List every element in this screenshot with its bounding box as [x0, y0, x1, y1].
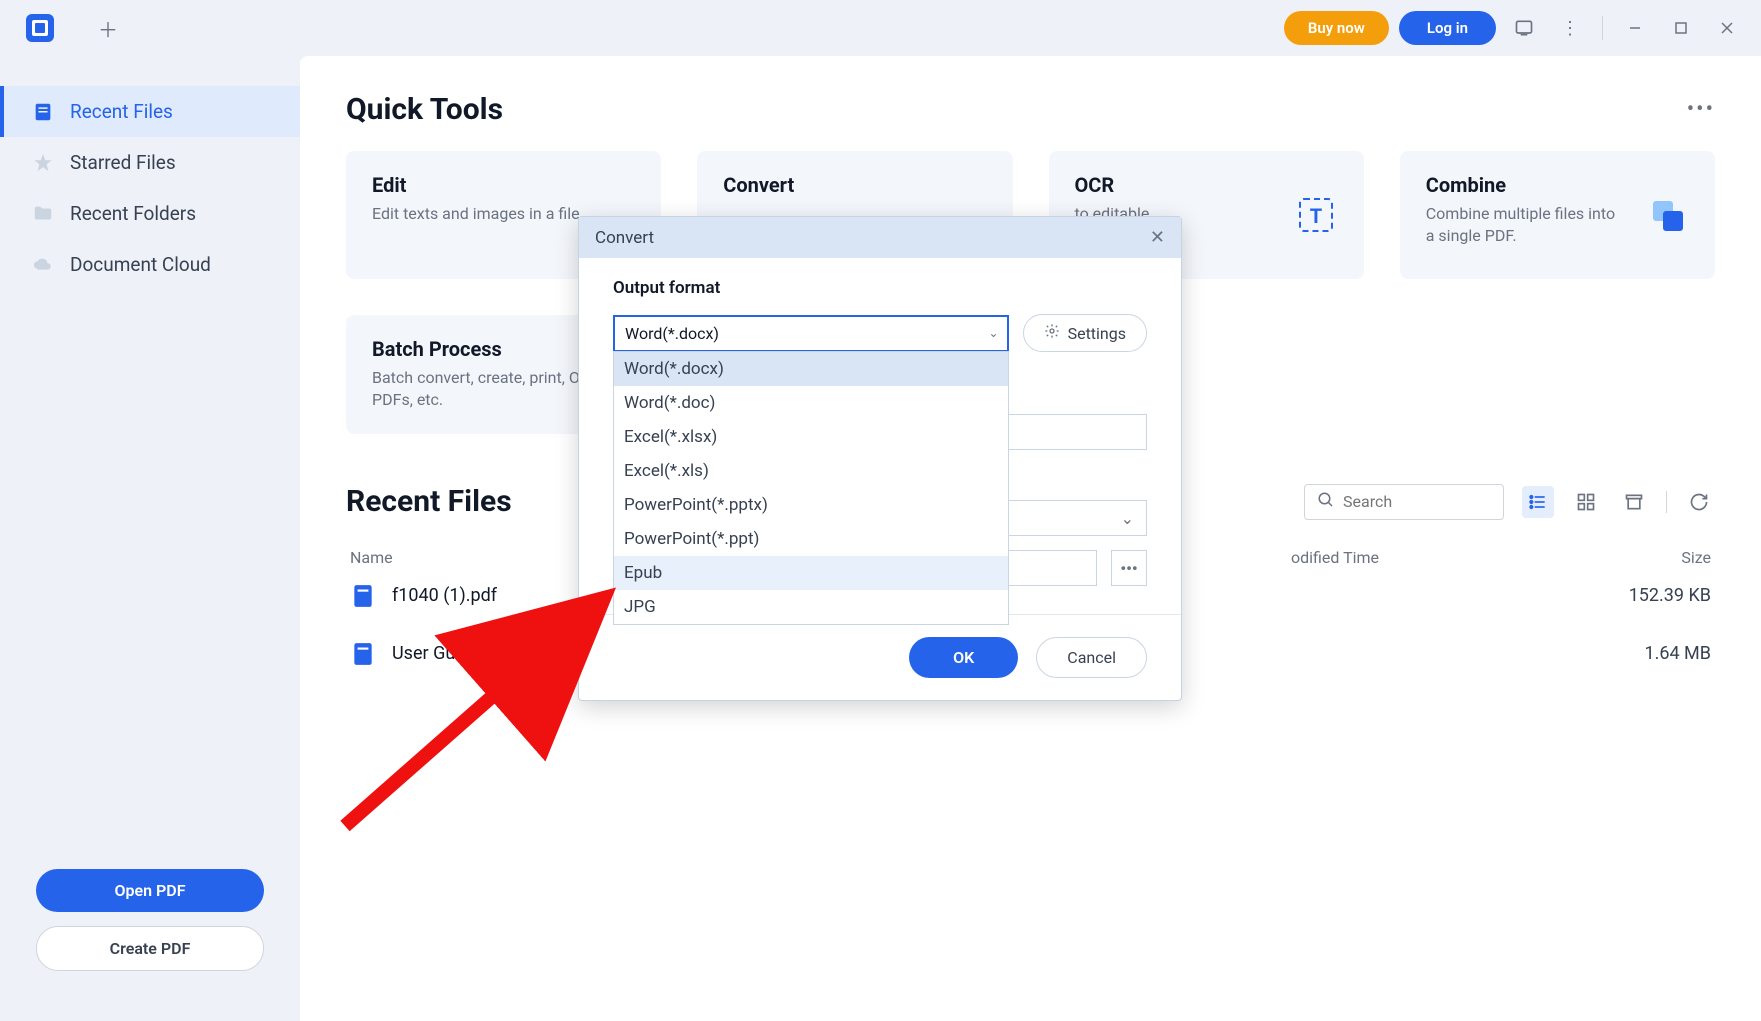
dropdown-item[interactable]: PowerPoint(*.pptx): [614, 488, 1008, 522]
refresh-icon[interactable]: [1683, 486, 1715, 518]
sidebar-item-label: Document Cloud: [70, 253, 211, 276]
feedback-icon[interactable]: [1506, 10, 1542, 46]
maximize-button[interactable]: [1663, 10, 1699, 46]
dropdown-item[interactable]: JPG: [614, 590, 1008, 624]
dialog-title-text: Convert: [595, 228, 654, 248]
search-box[interactable]: [1304, 484, 1504, 520]
folder-icon: [32, 203, 54, 225]
tool-title: Convert: [723, 173, 986, 197]
search-input[interactable]: [1343, 492, 1546, 511]
close-button[interactable]: [1709, 10, 1745, 46]
dropdown-item[interactable]: Word(*.doc): [614, 386, 1008, 420]
combo-selected[interactable]: Word(*.docx): [613, 315, 1009, 352]
combine-icon: [1645, 193, 1689, 237]
more-quick-tools-icon[interactable]: •••: [1687, 97, 1715, 122]
output-format-combo[interactable]: Word(*.docx) ⌄ Word(*.docx) Word(*.doc) …: [613, 315, 1009, 352]
buy-now-button[interactable]: Buy now: [1284, 11, 1389, 45]
cloud-icon: [32, 254, 54, 276]
cancel-button[interactable]: Cancel: [1036, 637, 1147, 678]
chevron-down-icon: ⌄: [989, 326, 999, 340]
dropdown-item[interactable]: Word(*.docx): [614, 352, 1008, 386]
dialog-close-button[interactable]: ✕: [1150, 227, 1165, 248]
separator: [1666, 491, 1667, 513]
settings-label: Settings: [1068, 324, 1126, 343]
sidebar: Recent Files Starred Files Recent Folder…: [0, 56, 300, 1021]
recent-files-icon: [32, 101, 54, 123]
archive-icon[interactable]: [1618, 486, 1650, 518]
dropdown-item[interactable]: Epub: [614, 556, 1008, 590]
svg-text:T: T: [1310, 204, 1322, 228]
file-size: 1.64 MB: [1591, 643, 1711, 664]
tool-title: Combine: [1426, 173, 1627, 197]
col-modified: odified Time: [1291, 548, 1591, 567]
list-view-icon[interactable]: [1522, 486, 1554, 518]
tool-card-combine[interactable]: Combine Combine multiple files into a si…: [1400, 151, 1715, 279]
tool-title: OCR: [1075, 173, 1276, 197]
pdf-file-icon: [350, 641, 376, 667]
output-format-dropdown: Word(*.docx) Word(*.doc) Excel(*.xlsx) E…: [613, 351, 1009, 625]
create-pdf-button[interactable]: Create PDF: [36, 926, 264, 971]
sidebar-item-recent-files[interactable]: Recent Files: [0, 86, 300, 137]
login-button[interactable]: Log in: [1399, 11, 1496, 45]
app-logo-icon: [26, 14, 54, 42]
output-format-label: Output format: [613, 278, 1147, 298]
file-size: 152.39 KB: [1591, 585, 1711, 606]
gear-icon: [1044, 323, 1060, 343]
convert-dialog: Convert ✕ Output format Word(*.docx) ⌄ W…: [578, 216, 1182, 701]
dropdown-item[interactable]: PowerPoint(*.ppt): [614, 522, 1008, 556]
separator: [1602, 16, 1603, 40]
browse-button[interactable]: •••: [1111, 550, 1147, 586]
quick-tools-title: Quick Tools: [346, 92, 503, 127]
sidebar-item-label: Starred Files: [70, 151, 176, 174]
dropdown-item[interactable]: Excel(*.xls): [614, 454, 1008, 488]
new-tab-button[interactable]: ＋: [94, 14, 122, 42]
menu-dots-icon[interactable]: ⋮: [1552, 10, 1588, 46]
star-icon: [32, 152, 54, 174]
sidebar-item-recent-folders[interactable]: Recent Folders: [0, 188, 300, 239]
dialog-titlebar: Convert ✕: [579, 217, 1181, 258]
open-pdf-button[interactable]: Open PDF: [36, 869, 264, 912]
dropdown-item[interactable]: Excel(*.xlsx): [614, 420, 1008, 454]
titlebar: ＋ Buy now Log in ⋮: [0, 0, 1761, 56]
tool-desc: Combine multiple files into a single PDF…: [1426, 203, 1627, 248]
sidebar-item-label: Recent Folders: [70, 202, 196, 225]
ok-button[interactable]: OK: [909, 637, 1018, 678]
sidebar-item-starred-files[interactable]: Starred Files: [0, 137, 300, 188]
grid-view-icon[interactable]: [1570, 486, 1602, 518]
ocr-icon: T: [1294, 193, 1338, 237]
settings-button[interactable]: Settings: [1023, 314, 1147, 352]
sidebar-item-document-cloud[interactable]: Document Cloud: [0, 239, 300, 290]
tool-title: Edit: [372, 173, 635, 197]
sidebar-item-label: Recent Files: [70, 100, 173, 123]
search-icon: [1317, 491, 1335, 513]
pdf-file-icon: [350, 583, 376, 609]
minimize-button[interactable]: [1617, 10, 1653, 46]
col-size: Size: [1591, 548, 1711, 567]
